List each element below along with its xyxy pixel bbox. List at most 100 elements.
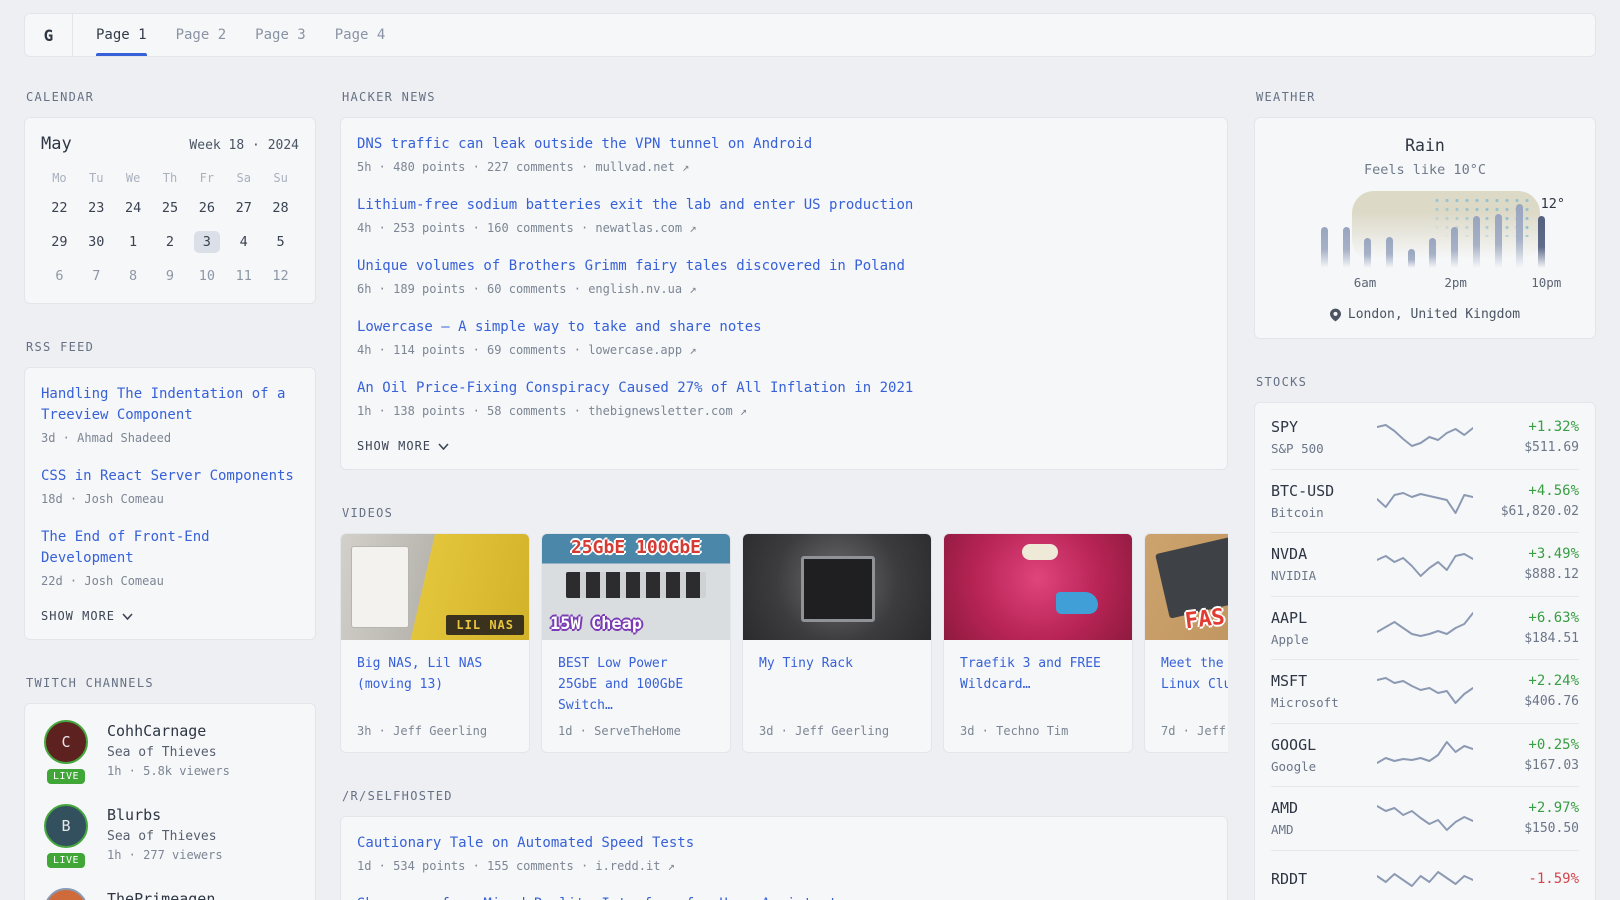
hackernews-widget: HACKER NEWS DNS traffic can leak outside… bbox=[340, 90, 1228, 470]
top-nav: G Page 1 Page 2 Page 3 Page 4 bbox=[24, 13, 1596, 57]
weekday-label: Th bbox=[152, 171, 189, 185]
calendar-day: 7 bbox=[78, 265, 115, 287]
hn-item: Lithium-free sodium batteries exit the l… bbox=[357, 195, 1211, 235]
twitch-game: Sea of Thieves bbox=[107, 829, 223, 844]
video-thumbnail[interactable]: FAS bbox=[1145, 534, 1228, 640]
daylight-band bbox=[1352, 191, 1541, 262]
section-title-twitch: TWITCH CHANNELS bbox=[26, 676, 316, 690]
live-badge: LIVE bbox=[47, 769, 85, 784]
weather-time-label: 2pm bbox=[1444, 275, 1467, 290]
calendar-week-year: Week 18 · 2024 bbox=[189, 138, 299, 153]
rss-item-title[interactable]: CSS in React Server Components bbox=[41, 466, 299, 487]
twitch-avatar[interactable]: B LIVE bbox=[41, 804, 91, 868]
tab-page-2[interactable]: Page 2 bbox=[176, 14, 227, 56]
thumbnail-text: 25GbE 100GbE bbox=[542, 537, 730, 558]
twitch-widget: TWITCH CHANNELS C LIVE CohhCarnage Sea o… bbox=[24, 676, 316, 900]
stock-ticker: AAPL bbox=[1271, 609, 1367, 627]
stock-sparkline bbox=[1377, 737, 1473, 773]
hn-item-title[interactable]: An Oil Price-Fixing Conspiracy Caused 27… bbox=[357, 378, 1211, 399]
stock-change: +1.32% bbox=[1483, 419, 1579, 435]
cap-graphic bbox=[1022, 544, 1058, 560]
weather-bar bbox=[1386, 237, 1393, 268]
video-thumbnail[interactable] bbox=[743, 534, 931, 640]
video-thumbnail[interactable] bbox=[944, 534, 1132, 640]
stock-name: Microsoft bbox=[1271, 695, 1367, 710]
stock-price: $61,820.02 bbox=[1483, 504, 1579, 519]
rss-item-meta: 22d · Josh Comeau bbox=[41, 574, 299, 588]
stock-price: $184.51 bbox=[1483, 631, 1579, 646]
stock-row[interactable]: GOOGL Google +0.25% $167.03 bbox=[1271, 723, 1579, 787]
stock-row[interactable]: BTC-USD Bitcoin +4.56% $61,820.02 bbox=[1271, 469, 1579, 533]
calendar-day: 10 bbox=[188, 265, 225, 287]
twitch-channel-name[interactable]: ThePrimeagen bbox=[107, 890, 215, 900]
stock-sparkline bbox=[1377, 864, 1473, 900]
rss-item-meta: 18d · Josh Comeau bbox=[41, 492, 299, 506]
stock-name: S&P 500 bbox=[1271, 441, 1367, 456]
thumbnail-text: LIL NAS bbox=[446, 615, 524, 635]
reddit-item-title[interactable]: Cautionary Tale on Automated Speed Tests bbox=[357, 833, 1211, 854]
current-temp-label: 12° bbox=[1541, 196, 1565, 212]
hn-item-title[interactable]: Unique volumes of Brothers Grimm fairy t… bbox=[357, 256, 1211, 277]
stock-ticker: GOOGL bbox=[1271, 736, 1367, 754]
tab-page-1[interactable]: Page 1 bbox=[96, 14, 147, 56]
weather-bar bbox=[1321, 227, 1328, 268]
video-title[interactable]: BEST Low Power 25GbE and 100GbE Switch… bbox=[558, 653, 714, 716]
twitch-channel-name[interactable]: CohhCarnage bbox=[107, 722, 230, 740]
weather-bar bbox=[1473, 216, 1480, 268]
video-title[interactable]: My Tiny Rack bbox=[759, 653, 915, 674]
stock-row[interactable]: SPY S&P 500 +1.32% $511.69 bbox=[1271, 405, 1579, 469]
stock-ticker: SPY bbox=[1271, 418, 1367, 436]
reddit-item-title[interactable]: Showcase of my Mixed Reality Interface f… bbox=[357, 894, 1211, 900]
video-title[interactable]: Big NAS, Lil NAS (moving 13) bbox=[357, 653, 513, 695]
thumbnail-text: 15W Cheap bbox=[550, 614, 642, 634]
hn-show-more-button[interactable]: SHOW MORE bbox=[357, 439, 1211, 453]
twitch-card: C LIVE CohhCarnage Sea of Thieves 1h · 5… bbox=[24, 703, 316, 900]
stock-sparkline bbox=[1377, 800, 1473, 836]
twitch-avatar[interactable]: C LIVE bbox=[41, 720, 91, 784]
rss-item-title[interactable]: Handling The Indentation of a Treeview C… bbox=[41, 384, 299, 426]
rss-item-title[interactable]: The End of Front-End Development bbox=[41, 527, 299, 569]
video-title[interactable]: Traefik 3 and FREE Wildcard… bbox=[960, 653, 1116, 695]
video-meta: 3d · Jeff Geerling bbox=[759, 716, 915, 738]
stock-row[interactable]: MSFT Microsoft +2.24% $406.76 bbox=[1271, 659, 1579, 723]
stock-row[interactable]: RDDT -1.59% bbox=[1271, 850, 1579, 900]
tab-page-3[interactable]: Page 3 bbox=[255, 14, 306, 56]
rss-show-more-button[interactable]: SHOW MORE bbox=[41, 609, 299, 623]
hn-item-meta: 4h · 253 points · 160 comments · newatla… bbox=[357, 221, 1211, 235]
video-thumbnail[interactable]: LIL NAS bbox=[341, 534, 529, 640]
calendar-day: 11 bbox=[225, 265, 262, 287]
calendar-day: 4 bbox=[225, 231, 262, 253]
weather-time-label: 10pm bbox=[1531, 275, 1561, 290]
docker-whale-graphic bbox=[1056, 592, 1098, 614]
selfhosted-card: Cautionary Tale on Automated Speed Tests… bbox=[340, 816, 1228, 900]
hn-item-title[interactable]: DNS traffic can leak outside the VPN tun… bbox=[357, 134, 1211, 155]
stock-ticker: MSFT bbox=[1271, 672, 1367, 690]
calendar-day: 23 bbox=[78, 197, 115, 219]
weekday-label: Fr bbox=[188, 171, 225, 185]
twitch-avatar[interactable]: P bbox=[41, 888, 91, 900]
hn-item-title[interactable]: Lithium-free sodium batteries exit the l… bbox=[357, 195, 1211, 216]
hn-item-meta: 4h · 114 points · 69 comments · lowercas… bbox=[357, 343, 1211, 357]
calendar-day: 6 bbox=[41, 265, 78, 287]
stock-name: Apple bbox=[1271, 632, 1367, 647]
stock-row[interactable]: AMD AMD +2.97% $150.50 bbox=[1271, 786, 1579, 850]
thumbnail-text: FAS bbox=[1184, 605, 1227, 635]
calendar-day: 30 bbox=[78, 231, 115, 253]
stock-row[interactable]: NVDA NVIDIA +3.49% $888.12 bbox=[1271, 532, 1579, 596]
tab-page-4[interactable]: Page 4 bbox=[335, 14, 386, 56]
hn-item: Unique volumes of Brothers Grimm fairy t… bbox=[357, 256, 1211, 296]
chevron-down-icon bbox=[438, 443, 449, 450]
stock-row[interactable]: AAPL Apple +6.63% $184.51 bbox=[1271, 596, 1579, 660]
weekday-label: We bbox=[115, 171, 152, 185]
stock-change: -1.59% bbox=[1483, 871, 1579, 887]
twitch-meta: 1h · 277 viewers bbox=[107, 848, 223, 862]
stock-change: +3.49% bbox=[1483, 546, 1579, 562]
stock-price: $406.76 bbox=[1483, 694, 1579, 709]
video-thumbnail[interactable]: 25GbE 100GbE 15W Cheap bbox=[542, 534, 730, 640]
twitch-channel-name[interactable]: Blurbs bbox=[107, 806, 223, 824]
app-logo[interactable]: G bbox=[25, 14, 73, 56]
hn-item-title[interactable]: Lowercase – A simple way to take and sha… bbox=[357, 317, 1211, 338]
video-title[interactable]: Meet the newest Linux Cluster bbox=[1161, 653, 1228, 695]
calendar-grid: Mo Tu We Th Fr Sa Su 22 23 24 25 26 27 2… bbox=[41, 171, 299, 287]
show-more-label: SHOW MORE bbox=[357, 439, 431, 453]
